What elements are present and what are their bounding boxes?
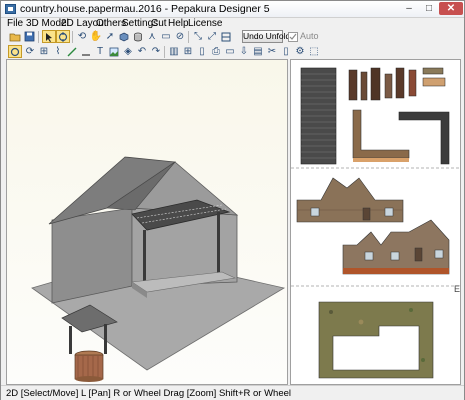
export-icon[interactable]: ⇩ (237, 45, 251, 58)
menu-cut[interactable]: Cut (151, 18, 167, 29)
edit-edge-icon[interactable]: ⌇ (51, 45, 65, 58)
3d-model-canvas[interactable] (7, 60, 288, 385)
move-icon[interactable]: ◈ (121, 45, 135, 58)
undo-icon[interactable]: ↶ (135, 45, 149, 58)
menu-file[interactable]: File (7, 18, 23, 29)
print-icon[interactable]: ⎙ (209, 45, 223, 58)
minimize-button[interactable]: – (400, 2, 418, 15)
house-left-wall (51, 207, 133, 304)
paper-icon[interactable]: ▯ (279, 45, 293, 58)
page-icon[interactable]: ▯ (195, 45, 209, 58)
flap-icon[interactable] (65, 45, 79, 58)
fit-icon[interactable] (219, 30, 233, 43)
image-icon[interactable] (107, 45, 121, 58)
zoom-out-icon[interactable]: ⤢ (205, 30, 219, 43)
auto-label: Auto (300, 31, 319, 41)
close-button[interactable]: ✕ (439, 2, 463, 15)
join-part-icon[interactable]: ⊞ (37, 45, 51, 58)
layout-icon[interactable]: ▥ (167, 45, 181, 58)
select-mode-icon[interactable] (8, 45, 22, 58)
pdf-icon[interactable]: ▤ (251, 45, 265, 58)
face-icon[interactable]: ▭ (159, 30, 173, 43)
title-bar[interactable]: country.house.papermau.2016 - Pepakura D… (1, 1, 464, 18)
menu-help[interactable]: Help (168, 18, 189, 29)
3d-viewport[interactable] (6, 59, 288, 385)
edge-icon[interactable]: ⋏ (145, 30, 159, 43)
hand-icon[interactable]: ✋ (89, 30, 103, 43)
undo-unfold-button[interactable]: Undo Unfold (242, 30, 290, 43)
page-marker: E (454, 284, 461, 294)
menu-license[interactable]: License (188, 18, 222, 29)
text-icon[interactable]: T (93, 45, 107, 58)
grid-icon[interactable]: ⊞ (181, 45, 195, 58)
status-bar: 2D [Select/Move] L [Pan] R or Wheel Drag… (1, 385, 464, 400)
status-text: 2D [Select/Move] L [Pan] R or Wheel Drag… (6, 388, 292, 399)
save-icon[interactable] (22, 30, 36, 43)
edit-toolbar: ⟳ ⊞ ⌇ T ◈ ↶ ↷ ▥ ⊞ ▯ ⎙ ▭ ⇩ ▤ ✂ ▯ ⚙ ⬚ (1, 45, 464, 59)
line-icon[interactable] (79, 45, 93, 58)
auto-checkbox[interactable] (288, 32, 298, 42)
cut-icon[interactable]: ✂ (265, 45, 279, 58)
2d-layout-viewport[interactable]: E (290, 59, 461, 385)
cylinder-icon[interactable] (131, 30, 145, 43)
menu-bar: File 3D Model 2D Layout Others Settings … (1, 17, 464, 30)
zoom-icon[interactable]: ⤡ (191, 30, 205, 43)
2d-layout-canvas[interactable] (291, 60, 461, 385)
well-barrel (74, 354, 104, 380)
window-title: country.house.papermau.2016 - Pepakura D… (20, 3, 270, 15)
main-toolbar: ⟲ ✋ ➚ ⋏ ▭ ⊘ ⤡ ⤢ Undo Unfold Auto (1, 30, 464, 44)
settings-icon[interactable]: ⚙ (293, 45, 307, 58)
select-icon[interactable] (42, 30, 56, 43)
page-setup-icon[interactable]: ▭ (223, 45, 237, 58)
rotate-icon[interactable]: ⟲ (75, 30, 89, 43)
app-window: country.house.papermau.2016 - Pepakura D… (0, 0, 465, 400)
fit-page-icon[interactable]: ⬚ (307, 45, 321, 58)
join-icon[interactable]: ⊘ (173, 30, 187, 43)
maximize-button[interactable]: □ (420, 2, 438, 15)
arrow-icon[interactable]: ➚ (103, 30, 117, 43)
app-icon (5, 4, 16, 14)
open-icon[interactable] (8, 30, 22, 43)
cube-icon[interactable] (117, 30, 131, 43)
redo-icon[interactable]: ↷ (149, 45, 163, 58)
pan-icon[interactable] (56, 30, 70, 43)
rotate-part-icon[interactable]: ⟳ (23, 45, 37, 58)
